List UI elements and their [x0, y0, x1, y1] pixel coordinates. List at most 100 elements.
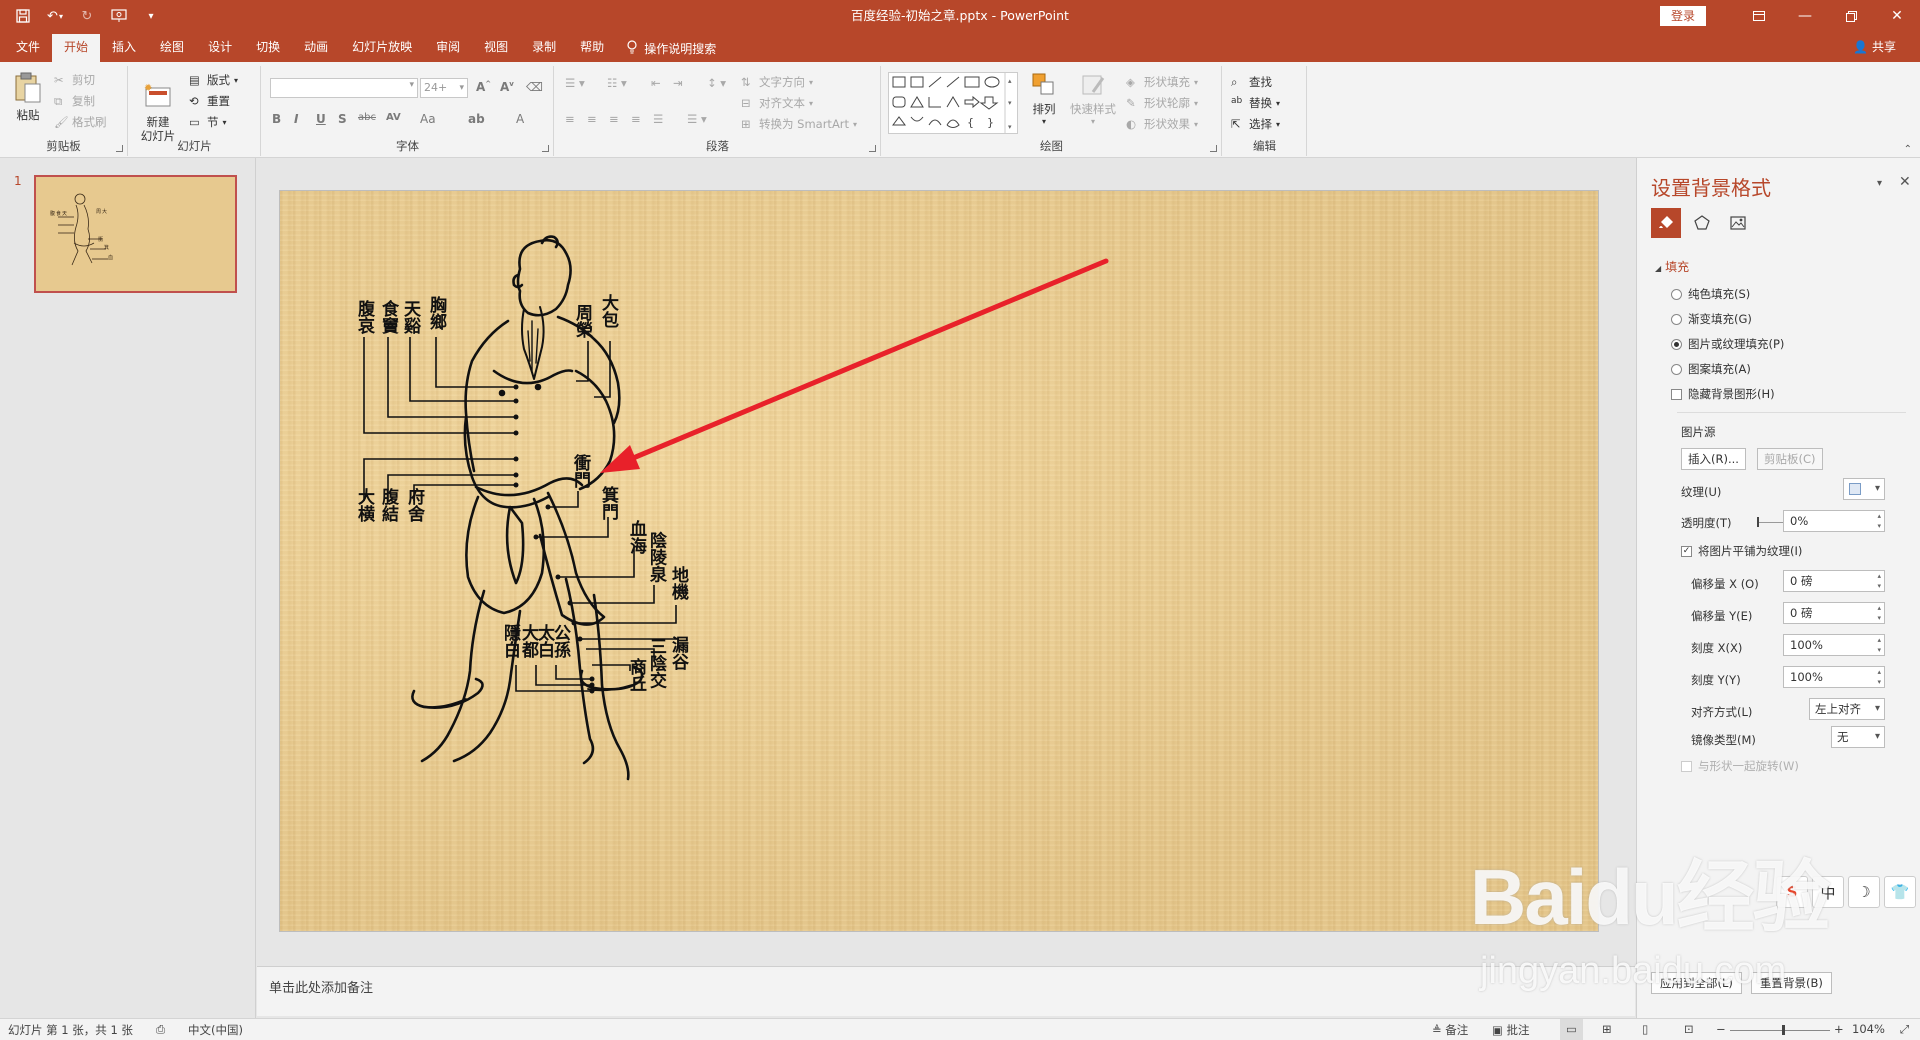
strikethrough-button[interactable]: abc — [358, 112, 376, 123]
zoom-in-icon[interactable]: + — [1834, 1022, 1844, 1036]
arrange-button[interactable]: 排列 ▾ — [1026, 72, 1062, 126]
pane-options-icon[interactable]: ▾ — [1877, 178, 1882, 189]
offset-x-input[interactable]: 0 磅 — [1783, 570, 1885, 592]
highlight-icon[interactable]: ab — [468, 112, 485, 126]
justify-icon[interactable]: ≡ — [631, 112, 641, 126]
zoom-level[interactable]: 104% — [1852, 1022, 1885, 1036]
align-text-button[interactable]: ⊟ 对齐文本 ▾ — [741, 95, 813, 111]
smartart-button[interactable]: ⊞ 转换为 SmartArt ▾ — [741, 116, 857, 132]
layout-button[interactable]: ▤ 版式 ▾ — [189, 72, 238, 88]
char-spacing-button[interactable]: AV — [386, 112, 401, 123]
font-size-combo[interactable]: 24+ ▾ — [420, 78, 468, 98]
slider-thumb-icon[interactable] — [1757, 517, 1759, 527]
select-button[interactable]: ⇱ 选择 ▾ — [1231, 116, 1280, 132]
redo-icon[interactable]: ↻ — [78, 7, 96, 25]
slide-thumbnail-1[interactable]: 腹食天 周大 衝箕血 — [34, 175, 237, 293]
restore-icon[interactable] — [1828, 0, 1874, 32]
mirror-type-select[interactable]: 无 — [1831, 726, 1885, 748]
minimize-icon[interactable]: — — [1782, 0, 1828, 32]
language-indicator[interactable]: 中文(中国) — [188, 1022, 243, 1038]
tab-home[interactable]: 开始 — [52, 34, 101, 62]
columns-icon[interactable]: ☰ ▾ — [687, 112, 707, 126]
collapse-ribbon-icon[interactable]: ⌃ — [1904, 144, 1912, 155]
picture-texture-fill-option[interactable]: 图片或纹理填充(P) — [1671, 336, 1784, 352]
cut-button[interactable]: ✂ 剪切 — [54, 72, 95, 88]
fill-section-header[interactable]: ◢ 填充 — [1655, 258, 1689, 275]
drawing-launcher-icon[interactable] — [1210, 145, 1217, 152]
shapes-gallery[interactable]: {} ▴ ▾ ▾ — [888, 72, 1018, 134]
bold-button[interactable]: B — [272, 112, 281, 126]
moon-icon[interactable]: ☽ — [1848, 876, 1880, 908]
clear-format-icon[interactable]: ⌫ — [526, 80, 543, 94]
fit-to-window-icon[interactable]: ⤢ — [1900, 1022, 1909, 1037]
align-right-icon[interactable]: ≡ — [609, 112, 619, 126]
section-button[interactable]: ▭ 节 ▾ — [189, 114, 227, 130]
change-case-button[interactable]: Aa — [420, 112, 436, 126]
slideshow-icon[interactable]: ⊡ — [1684, 1022, 1694, 1036]
shadow-button[interactable]: S — [338, 112, 347, 126]
shape-fill-button[interactable]: ◈ 形状填充 ▾ — [1126, 74, 1198, 90]
tell-me-search[interactable]: 操作说明搜索 — [626, 34, 716, 62]
texture-picker[interactable] — [1843, 478, 1885, 500]
grow-font-button[interactable]: A^ — [476, 80, 491, 94]
replace-button[interactable]: ab 替换 ▾ — [1231, 95, 1280, 111]
fill-tab-icon[interactable] — [1651, 208, 1681, 238]
font-launcher-icon[interactable] — [542, 145, 549, 152]
distribute-icon[interactable]: ☰ — [653, 112, 663, 126]
tab-animations[interactable]: 动画 — [292, 34, 340, 62]
underline-button[interactable]: U — [316, 112, 326, 126]
tab-help[interactable]: 帮助 — [568, 34, 616, 62]
slideshow-from-start-icon[interactable] — [110, 7, 128, 25]
shape-outline-button[interactable]: ✎ 形状轮廓 ▾ — [1126, 95, 1198, 111]
slide-sorter-icon[interactable]: ⊞ — [1602, 1022, 1612, 1036]
close-icon[interactable]: ✕ — [1874, 0, 1920, 32]
scale-x-input[interactable]: 100% — [1783, 634, 1885, 656]
align-center-icon[interactable]: ≡ — [587, 112, 597, 126]
clipboard-picture-button[interactable]: 剪贴板(C) — [1757, 448, 1823, 470]
format-painter-button[interactable]: 🖌 格式刷 — [54, 114, 107, 130]
find-button[interactable]: ⌕ 查找 — [1231, 74, 1272, 90]
clipboard-launcher-icon[interactable] — [116, 145, 123, 152]
insert-picture-button[interactable]: 插入(R)... — [1681, 448, 1746, 470]
alignment-select[interactable]: 左上对齐 — [1809, 698, 1885, 720]
tab-transitions[interactable]: 切换 — [244, 34, 292, 62]
shape-effects-button[interactable]: ◐ 形状效果 ▾ — [1126, 116, 1198, 132]
solid-fill-option[interactable]: 纯色填充(S) — [1671, 286, 1750, 302]
slide-canvas[interactable]: 腹哀 食竇 天谿 胸鄉 周榮 大包 大横 腹結 府舍 衝門 箕門 血海 陰陵泉 … — [279, 190, 1599, 932]
pattern-fill-option[interactable]: 图案填充(A) — [1671, 361, 1751, 377]
paragraph-launcher-icon[interactable] — [869, 145, 876, 152]
tab-review[interactable]: 审阅 — [424, 34, 472, 62]
numbering-icon[interactable]: ☷ ▾ — [607, 76, 627, 90]
tab-record[interactable]: 录制 — [520, 34, 568, 62]
comments-toggle[interactable]: ▣ 批注 — [1492, 1022, 1530, 1038]
share-button[interactable]: 👤 共享 — [1853, 38, 1896, 55]
transparency-input[interactable]: 0% — [1783, 510, 1885, 532]
tab-view[interactable]: 视图 — [472, 34, 520, 62]
paste-button[interactable]: 粘贴 — [8, 72, 48, 123]
offset-y-input[interactable]: 0 磅 — [1783, 602, 1885, 624]
tab-design[interactable]: 设计 — [196, 34, 244, 62]
italic-button[interactable]: I — [294, 112, 298, 126]
copy-button[interactable]: ⧉ 复制 — [54, 93, 95, 109]
tile-picture-option[interactable]: ✓ 将图片平铺为纹理(I) — [1681, 543, 1802, 559]
quick-styles-button[interactable]: 快速样式 ▾ — [1066, 72, 1120, 126]
hide-bg-graphics-option[interactable]: 隐藏背景图形(H) — [1671, 386, 1775, 402]
decrease-indent-icon[interactable]: ⇤ — [651, 76, 661, 90]
tab-insert[interactable]: 插入 — [100, 34, 148, 62]
reading-view-icon[interactable]: ▯ — [1642, 1022, 1648, 1036]
font-name-combo[interactable]: ▾ — [270, 78, 418, 98]
bullets-icon[interactable]: ☰ ▾ — [565, 76, 585, 90]
effects-tab-icon[interactable] — [1687, 208, 1717, 238]
shirt-icon[interactable]: 👕 — [1884, 876, 1916, 908]
notes-toggle[interactable]: ≜ 备注 — [1432, 1022, 1468, 1038]
ribbon-display-icon[interactable] — [1736, 0, 1782, 32]
tab-file[interactable]: 文件 — [4, 34, 52, 62]
reset-button[interactable]: ⟲ 重置 — [189, 93, 230, 109]
zoom-out-icon[interactable]: − — [1716, 1022, 1726, 1036]
line-spacing-icon[interactable]: ↕ ▾ — [707, 76, 726, 90]
align-left-icon[interactable]: ≡ — [565, 112, 575, 126]
pane-close-icon[interactable]: ✕ — [1899, 174, 1911, 190]
gradient-fill-option[interactable]: 渐变填充(G) — [1671, 311, 1752, 327]
zoom-slider[interactable] — [1730, 1025, 1830, 1035]
save-icon[interactable] — [14, 7, 32, 25]
